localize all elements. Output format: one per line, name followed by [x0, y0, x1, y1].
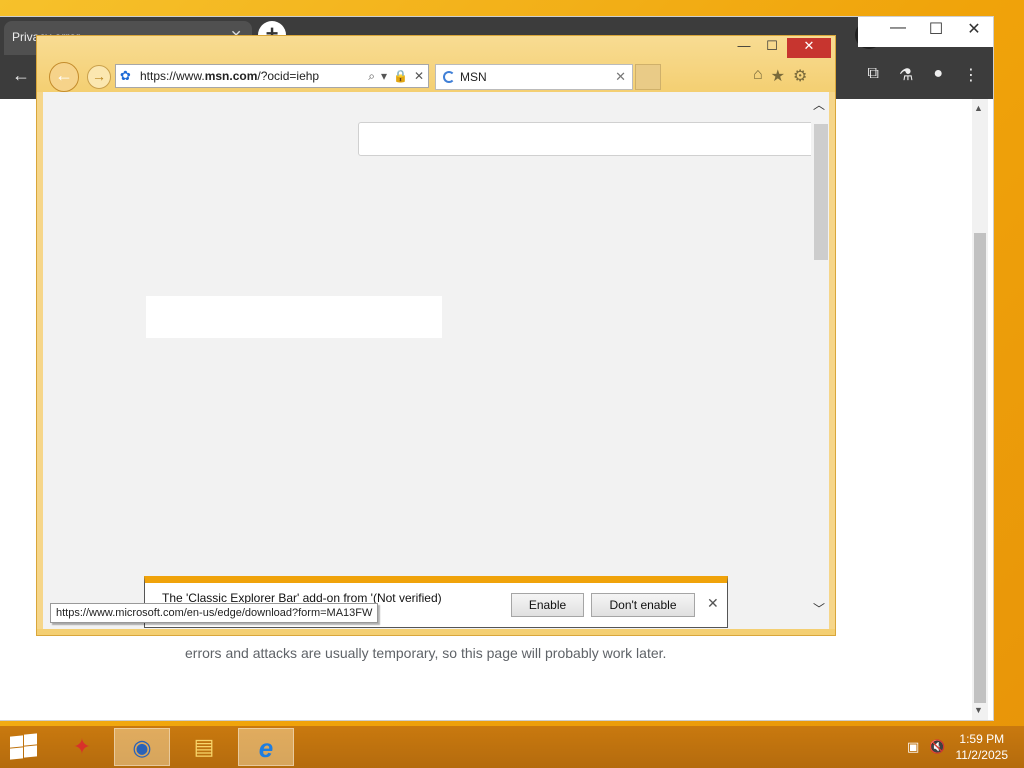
clock-time: 1:59 PM: [959, 732, 1005, 746]
clock[interactable]: 1:59 PM 11/2/2025: [956, 731, 1009, 763]
taskbar-chrome[interactable]: ◉: [114, 728, 170, 766]
maximize-button[interactable]: ☐: [916, 19, 956, 39]
address-suffix: /?ocid=iehp: [257, 69, 320, 83]
close-icon[interactable]: ✕: [707, 595, 719, 612]
ie-tab-title: MSN: [460, 70, 487, 84]
profile-icon[interactable]: ●: [933, 65, 943, 85]
chrome-scroll-thumb[interactable]: [974, 233, 986, 703]
status-url-tooltip: https://www.microsoft.com/en-us/edge/dow…: [50, 603, 379, 623]
menu-icon[interactable]: ⋮: [963, 65, 979, 85]
system-tray: ▣ 🔇 1:59 PM 11/2/2025: [907, 726, 1024, 768]
ie-close-button[interactable]: ✕: [787, 38, 831, 58]
scroll-down-icon[interactable]: ▼: [974, 705, 983, 715]
ie-title-bar: — ☐ ✕ ← → ✿ https://www.msn.com/?ocid=ie…: [37, 36, 835, 92]
ie-window: — ☐ ✕ ← → ✿ https://www.msn.com/?ocid=ie…: [36, 35, 836, 636]
favorites-star-icon[interactable]: ★: [771, 66, 785, 86]
new-tab-button[interactable]: [635, 64, 661, 90]
ie-frame-bottom: [37, 629, 835, 635]
address-domain: msn.com: [204, 69, 258, 83]
labs-icon[interactable]: ⚗: [899, 65, 913, 85]
msn-search-input[interactable]: [358, 122, 818, 156]
ie-tab-msn[interactable]: MSN ✕: [435, 64, 633, 90]
taskbar-file-explorer[interactable]: ▤: [176, 728, 232, 766]
taskbar: ✦ ◉ ▤ e ▣ 🔇 1:59 PM 11/2/2025: [0, 726, 1024, 768]
extensions-icon[interactable]: ⧉: [868, 65, 879, 85]
address-tools: ⌕ ▾ 🔒 ✕: [368, 65, 424, 87]
close-icon[interactable]: ✕: [615, 65, 626, 89]
home-icon[interactable]: ⌂: [753, 66, 763, 86]
chrome-scrollbar[interactable]: ▲ ▼: [972, 99, 988, 720]
loading-spinner-icon: [443, 71, 455, 83]
scroll-down-icon[interactable]: ﹀: [813, 600, 825, 617]
ie-scroll-thumb[interactable]: [814, 124, 828, 260]
classic-shell-icon: ✦: [72, 734, 92, 759]
site-favicon-icon: ✿: [120, 68, 131, 83]
address-bar[interactable]: ✿ https://www.msn.com/?ocid=iehp ⌕ ▾ 🔒 ✕: [115, 64, 429, 88]
ie-page-content: ︿ ﹀: [43, 92, 829, 630]
enable-button[interactable]: Enable: [511, 593, 584, 617]
windows-logo-icon: [24, 733, 37, 746]
back-button[interactable]: ←: [49, 62, 79, 92]
windows-logo-icon: [24, 745, 37, 758]
back-arrow-icon[interactable]: ←: [12, 65, 30, 86]
search-icon[interactable]: ⌕: [368, 65, 375, 87]
chrome-window-controls: — ☐ ✕: [858, 17, 993, 47]
ie-minimize-button[interactable]: —: [733, 38, 755, 58]
dont-enable-button[interactable]: Don't enable: [591, 593, 695, 617]
address-prefix: https://www.: [140, 69, 205, 83]
settings-gear-icon[interactable]: ⚙: [793, 66, 807, 86]
ie-scrollbar[interactable]: ︿ ﹀: [811, 92, 829, 630]
scroll-up-icon[interactable]: ︿: [813, 96, 825, 113]
scroll-up-icon[interactable]: ▲: [974, 103, 983, 113]
windows-logo-icon: [10, 747, 23, 760]
ie-maximize-button[interactable]: ☐: [761, 38, 783, 58]
content-placeholder: [146, 296, 442, 338]
stop-icon[interactable]: ✕: [414, 65, 424, 87]
chrome-icon: ◉: [132, 735, 152, 760]
internet-explorer-icon: e: [258, 733, 274, 763]
clock-date: 11/2/2025: [955, 748, 1009, 762]
forward-button[interactable]: →: [87, 65, 111, 89]
windows-logo-icon: [10, 735, 23, 748]
volume-muted-icon[interactable]: 🔇: [929, 739, 945, 755]
ie-toolbar-icons: ⌂ ★ ⚙: [753, 66, 807, 86]
folder-icon: ▤: [193, 734, 215, 759]
error-line: errors and attacks are usually temporary…: [185, 645, 667, 661]
taskbar-internet-explorer[interactable]: e: [238, 728, 294, 766]
minimize-button[interactable]: —: [878, 19, 918, 37]
dropdown-icon[interactable]: ▾: [381, 65, 387, 87]
network-icon[interactable]: ▣: [907, 739, 919, 755]
lock-icon[interactable]: 🔒: [393, 65, 408, 87]
start-button[interactable]: [8, 733, 38, 760]
taskbar-classic-shell[interactable]: ✦: [54, 728, 110, 766]
close-button[interactable]: ✕: [954, 19, 994, 39]
chrome-toolbar-icons: ⧉ ⚗ ● ⋮: [868, 65, 979, 85]
